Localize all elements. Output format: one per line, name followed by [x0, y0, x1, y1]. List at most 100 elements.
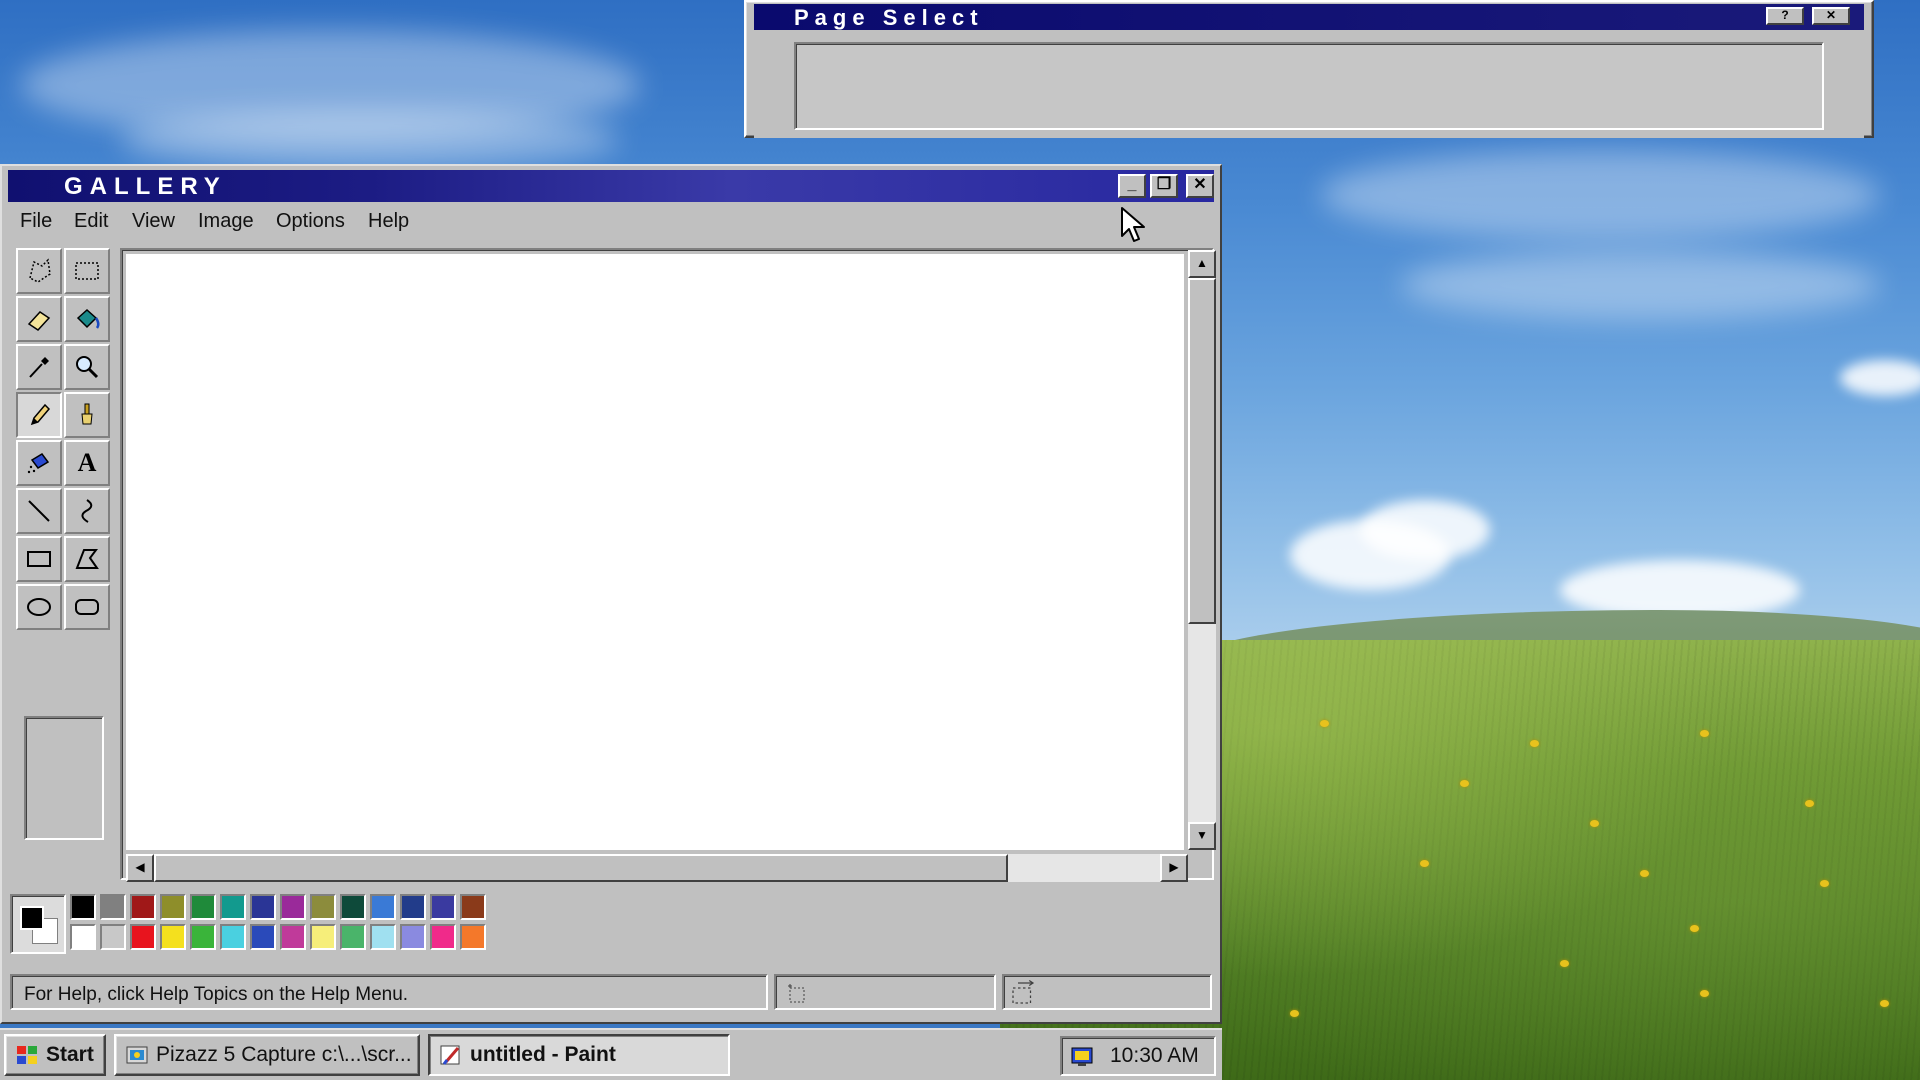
paint-titlebar[interactable]: GALLERY _ ❐ ✕: [8, 170, 1214, 202]
rounded-rectangle-tool[interactable]: [64, 584, 110, 630]
close-icon: ✕: [1193, 176, 1207, 193]
color-swatch[interactable]: [130, 894, 156, 920]
text-tool[interactable]: A: [64, 440, 110, 486]
horizontal-scroll-thumb[interactable]: [154, 854, 1008, 882]
system-tray: 10:30 AM: [1060, 1036, 1216, 1076]
color-swatch[interactable]: [190, 894, 216, 920]
color-swatch[interactable]: [430, 894, 456, 920]
pick-color-tool[interactable]: [16, 344, 62, 390]
current-colors: [10, 894, 66, 954]
color-swatch[interactable]: [100, 924, 126, 950]
color-swatch[interactable]: [460, 924, 486, 950]
color-swatch[interactable]: [280, 924, 306, 950]
menu-help[interactable]: Help: [368, 210, 409, 233]
menu-options[interactable]: Options: [276, 210, 345, 233]
restore-button[interactable]: ❐: [1150, 174, 1178, 198]
color-swatch[interactable]: [340, 894, 366, 920]
tool-options-box[interactable]: [24, 716, 104, 840]
page-select-dialog: Page Select ? ✕: [744, 0, 1874, 138]
color-swatch[interactable]: [190, 924, 216, 950]
color-swatch[interactable]: [280, 894, 306, 920]
page-select-titlebar[interactable]: Page Select ? ✕: [754, 4, 1864, 30]
scroll-left-button[interactable]: ◀: [126, 854, 154, 882]
task-pizazz-capture[interactable]: Pizazz 5 Capture c:\...\scr...: [114, 1034, 420, 1076]
polygon-icon: [75, 549, 99, 569]
window-title: GALLERY: [64, 173, 227, 200]
color-swatch[interactable]: [430, 924, 456, 950]
magnifier-tool[interactable]: [64, 344, 110, 390]
ellipse-icon: [27, 598, 51, 616]
windows-logo-icon: [17, 1046, 37, 1064]
drawing-canvas[interactable]: [126, 254, 1184, 850]
brush-icon: [81, 403, 93, 425]
select-tool[interactable]: [64, 248, 110, 294]
scroll-down-button[interactable]: ▼: [1188, 822, 1216, 850]
line-icon: [28, 500, 50, 522]
color-swatch[interactable]: [400, 894, 426, 920]
color-swatch[interactable]: [310, 894, 336, 920]
fill-tool[interactable]: [64, 296, 110, 342]
paint-app-icon: [440, 1045, 460, 1065]
color-swatch[interactable]: [70, 924, 96, 950]
airbrush-tool[interactable]: [16, 440, 62, 486]
tray-app-icon[interactable]: [1070, 1043, 1096, 1069]
color-swatch[interactable]: [220, 924, 246, 950]
menu-file[interactable]: File: [20, 210, 52, 233]
selection-size-icon: [1012, 979, 1035, 1004]
canvas-area: ▲ ▼ ◀ ▶: [120, 248, 1216, 882]
close-window-button[interactable]: ✕: [1186, 174, 1214, 198]
color-swatch[interactable]: [340, 924, 366, 950]
free-form-select-tool[interactable]: [16, 248, 62, 294]
menu-view[interactable]: View: [132, 210, 175, 233]
color-swatch[interactable]: [250, 894, 276, 920]
color-swatch[interactable]: [130, 924, 156, 950]
task-label: untitled - Paint: [470, 1043, 616, 1066]
start-button[interactable]: Start: [4, 1034, 106, 1076]
page-list-field[interactable]: [794, 42, 1824, 130]
horizontal-scrollbar[interactable]: ◀ ▶: [126, 854, 1188, 882]
task-paint[interactable]: untitled - Paint: [428, 1034, 730, 1076]
rectangle-icon: [27, 551, 51, 567]
taskbar: Start Pizazz 5 Capture c:\...\scr... unt…: [0, 1028, 1222, 1080]
color-swatch[interactable]: [250, 924, 276, 950]
vertical-scrollbar[interactable]: ▲ ▼: [1188, 250, 1216, 850]
brush-tool[interactable]: [64, 392, 110, 438]
ellipse-tool[interactable]: [16, 584, 62, 630]
color-swatch[interactable]: [310, 924, 336, 950]
foreground-color-swatch: [20, 906, 44, 930]
menu-image[interactable]: Image: [198, 210, 254, 233]
pencil-tool[interactable]: [16, 392, 62, 438]
scroll-right-button[interactable]: ▶: [1160, 854, 1188, 882]
color-swatch[interactable]: [160, 924, 186, 950]
eyedropper-icon: [29, 357, 49, 378]
polygon-tool[interactable]: [64, 536, 110, 582]
minimize-icon: _: [1127, 176, 1137, 193]
close-button[interactable]: ✕: [1812, 7, 1850, 25]
curve-tool[interactable]: [64, 488, 110, 534]
color-swatch[interactable]: [70, 894, 96, 920]
free-form-select-icon: [29, 258, 51, 283]
color-swatch[interactable]: [460, 894, 486, 920]
page-select-title: Page Select: [794, 5, 984, 30]
rectangle-tool[interactable]: [16, 536, 62, 582]
color-swatch[interactable]: [370, 894, 396, 920]
menu-bar: File Edit View Image Options Help: [8, 206, 1214, 236]
eraser-tool[interactable]: [16, 296, 62, 342]
color-swatch[interactable]: [400, 924, 426, 950]
right-arrow-icon: ▶: [1169, 860, 1179, 874]
restore-icon: ❐: [1156, 176, 1172, 193]
airbrush-icon: [27, 453, 50, 474]
scroll-up-button[interactable]: ▲: [1188, 250, 1216, 278]
vertical-scroll-thumb[interactable]: [1188, 278, 1216, 624]
color-swatch[interactable]: [100, 894, 126, 920]
color-swatch[interactable]: [160, 894, 186, 920]
taskbar-clock[interactable]: 10:30 AM: [1110, 1044, 1199, 1068]
menu-edit[interactable]: Edit: [74, 210, 108, 233]
color-swatch[interactable]: [220, 894, 246, 920]
color-swatch[interactable]: [370, 924, 396, 950]
help-button[interactable]: ?: [1766, 7, 1804, 25]
minimize-button[interactable]: _: [1118, 174, 1146, 198]
selection-size-cell: [1002, 974, 1212, 1010]
line-tool[interactable]: [16, 488, 62, 534]
rect-select-icon: [75, 262, 99, 280]
